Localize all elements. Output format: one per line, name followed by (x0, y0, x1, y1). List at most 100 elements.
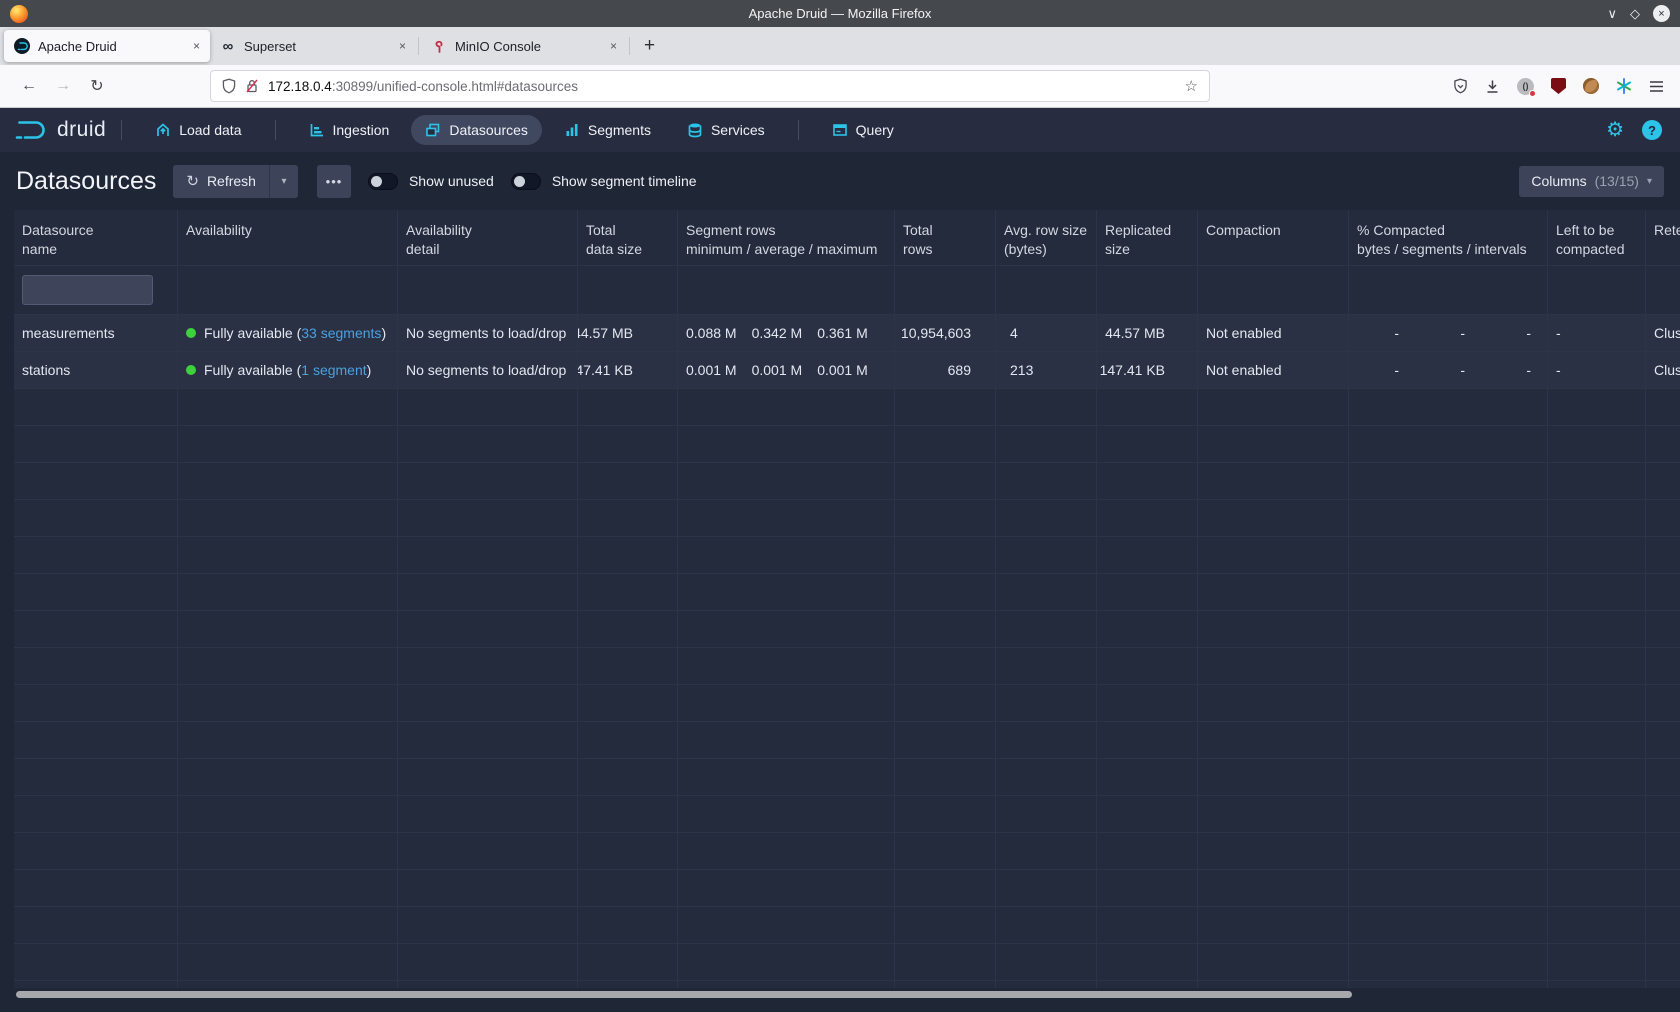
nav-item-load-data[interactable]: Load data (141, 115, 255, 145)
nav-item-segments[interactable]: Segments (550, 115, 665, 145)
table-row-stations[interactable]: stations Fully available (1 segment) No … (14, 352, 1680, 389)
forward-icon[interactable]: → (46, 77, 80, 95)
table-row-empty (14, 648, 1680, 685)
table-row-empty (14, 833, 1680, 870)
availability-cell: Fully available (33 segments) (178, 315, 398, 352)
datasource-name: measurements (14, 315, 178, 352)
col-header-compaction[interactable]: Compaction (1198, 210, 1349, 266)
chevron-down-icon: ▾ (1647, 176, 1652, 187)
segments-link[interactable]: 1 segment (301, 362, 366, 378)
total-data-size: 147.41 KB (578, 352, 678, 389)
datasources-icon (425, 122, 441, 138)
table-filter-row (14, 266, 1680, 315)
col-header-pct-compacted[interactable]: % Compactedbytes / segments / intervals (1349, 210, 1548, 266)
segment-rows-cell: 0.001 M0.001 M0.001 M (678, 352, 895, 389)
table-row-empty (14, 907, 1680, 944)
url-text: 172.18.0.4:30899/unified-console.html#da… (268, 79, 578, 94)
druid-logo[interactable]: druid (14, 118, 106, 142)
table-row-empty (14, 389, 1680, 426)
total-rows: 10,954,603 (895, 315, 996, 352)
settings-gear-icon[interactable]: ⚙ (1606, 120, 1624, 140)
col-header-datasource-name[interactable]: Datasourcename (14, 210, 178, 266)
col-header-replicated-size[interactable]: Replicatedsize (1097, 210, 1198, 266)
url-host: 172.18.0.4 (268, 79, 332, 94)
segments-link[interactable]: 33 segments (301, 325, 381, 341)
refresh-icon: ↻ (186, 172, 199, 190)
compaction-status: Not enabled (1198, 352, 1349, 389)
new-tab-button[interactable]: + (632, 35, 667, 57)
col-header-avg-row-size[interactable]: Avg. row size(bytes) (996, 210, 1097, 266)
minio-favicon (431, 38, 447, 54)
datasource-name-filter-input[interactable] (22, 275, 153, 305)
col-header-left-to-compact[interactable]: Left to becompacted (1548, 210, 1646, 266)
help-icon[interactable]: ? (1642, 120, 1662, 140)
table-row-empty (14, 944, 1680, 981)
left-to-compact: - (1548, 352, 1646, 389)
back-icon[interactable]: ← (12, 77, 46, 95)
toggle-knob (514, 176, 525, 187)
ublock-shield-icon[interactable] (1551, 78, 1566, 94)
col-header-availability-detail[interactable]: Availabilitydetail (398, 210, 578, 266)
more-actions-button[interactable]: ••• (317, 165, 351, 198)
availability-detail: No segments to load/drop (398, 315, 578, 352)
nav-item-label: Query (856, 122, 894, 138)
nav-item-label: Segments (588, 122, 651, 138)
pct-compacted-cell: --- (1349, 315, 1548, 352)
query-icon (832, 122, 848, 138)
col-header-total-data-size[interactable]: Totaldata size (578, 210, 678, 266)
nav-item-datasources[interactable]: Datasources (411, 115, 542, 145)
browser-toolbar: ← → ↻ 172.18.0.4:30899/unified-console.h… (0, 65, 1680, 108)
tab-close-icon[interactable]: × (193, 39, 200, 53)
cookie-icon[interactable] (1583, 78, 1599, 94)
window-title: Apache Druid — Mozilla Firefox (0, 6, 1680, 21)
tab-separator (418, 37, 419, 55)
show-segment-timeline-label: Show segment timeline (552, 173, 697, 189)
tab-superset[interactable]: ∞ Superset × (210, 30, 416, 62)
table-row-empty (14, 500, 1680, 537)
col-header-retention[interactable]: Retention (1646, 210, 1680, 266)
nav-item-label: Load data (179, 122, 241, 138)
window-minimize-icon[interactable]: ∨ (1607, 7, 1617, 20)
url-bar[interactable]: 172.18.0.4:30899/unified-console.html#da… (210, 70, 1210, 102)
druid-navbar: druid Load data Ingestion Datasources Se… (0, 108, 1680, 152)
refresh-button-group: ↻ Refresh ▾ (173, 165, 298, 198)
tab-apache-druid[interactable]: Apache Druid × (4, 30, 210, 62)
reload-icon[interactable]: ↻ (80, 76, 114, 96)
replicated-size: 147.41 KB (1097, 352, 1198, 389)
retention: Cluster default (1646, 352, 1680, 389)
window-maximize-icon[interactable]: ◇ (1630, 7, 1640, 20)
downloads-icon[interactable] (1485, 79, 1500, 94)
tracking-shield-icon[interactable] (222, 78, 236, 94)
show-segment-timeline-toggle[interactable] (511, 173, 541, 190)
tab-close-icon[interactable]: × (399, 39, 406, 53)
tab-minio[interactable]: MinIO Console × (421, 30, 627, 62)
table-row-measurements[interactable]: measurements Fully available (33 segment… (14, 315, 1680, 352)
bookmark-star-icon[interactable]: ☆ (1185, 77, 1198, 95)
columns-button[interactable]: Columns (13/15) ▾ (1519, 166, 1664, 197)
nav-divider (275, 120, 276, 140)
insecure-lock-icon[interactable] (245, 78, 259, 94)
tab-bar: Apache Druid × ∞ Superset × MinIO Consol… (0, 27, 1680, 65)
nav-item-label: Services (711, 122, 765, 138)
ingestion-icon (309, 122, 325, 138)
col-header-availability[interactable]: Availability (178, 210, 398, 266)
load-data-icon (155, 122, 171, 138)
show-unused-toggle[interactable] (368, 173, 398, 190)
nav-divider (121, 120, 122, 140)
window-close-icon[interactable]: × (1653, 5, 1670, 22)
table-row-empty (14, 722, 1680, 759)
menu-icon[interactable] (1649, 80, 1664, 93)
nav-item-services[interactable]: Services (673, 115, 779, 145)
refresh-caret-button[interactable]: ▾ (269, 165, 298, 198)
horizontal-scrollbar[interactable] (16, 991, 1352, 998)
nav-item-query[interactable]: Query (818, 115, 908, 145)
protections-shield-icon[interactable] (1453, 78, 1468, 94)
avg-row-size: 4 (996, 315, 1097, 352)
col-header-segment-rows[interactable]: Segment rowsminimum / average / maximum (678, 210, 895, 266)
nav-item-ingestion[interactable]: Ingestion (295, 115, 404, 145)
col-header-total-rows[interactable]: Totalrows (895, 210, 996, 266)
extension-icon[interactable]: () (1517, 78, 1534, 95)
colorful-asterisk-icon[interactable] (1616, 78, 1632, 94)
refresh-button[interactable]: ↻ Refresh (173, 165, 269, 198)
tab-close-icon[interactable]: × (610, 39, 617, 53)
